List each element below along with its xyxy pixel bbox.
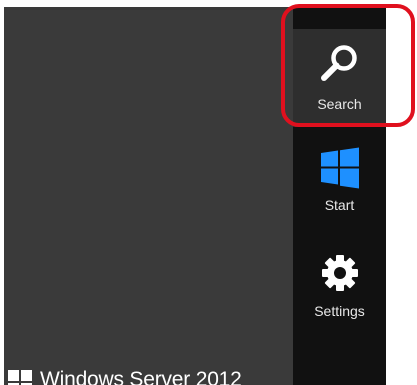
search-icon bbox=[320, 45, 357, 81]
windows-flag-icon bbox=[8, 370, 32, 385]
windows-logo-icon bbox=[320, 147, 359, 189]
desktop-background: Windows Server 2012 bbox=[4, 7, 293, 385]
charm-label-start: Start bbox=[324, 197, 355, 213]
charms-bar: Search Start Settings bbox=[293, 7, 386, 385]
charm-label-search: Search bbox=[317, 96, 362, 112]
gear-icon bbox=[321, 255, 358, 291]
brand-text: Windows Server 2012 bbox=[40, 368, 242, 385]
desktop-brand: Windows Server 2012 bbox=[8, 368, 242, 385]
charm-settings[interactable]: Settings bbox=[293, 247, 386, 327]
charm-search[interactable]: Search bbox=[293, 29, 386, 127]
charm-start[interactable]: Start bbox=[293, 143, 386, 223]
charm-label-settings: Settings bbox=[314, 303, 365, 319]
